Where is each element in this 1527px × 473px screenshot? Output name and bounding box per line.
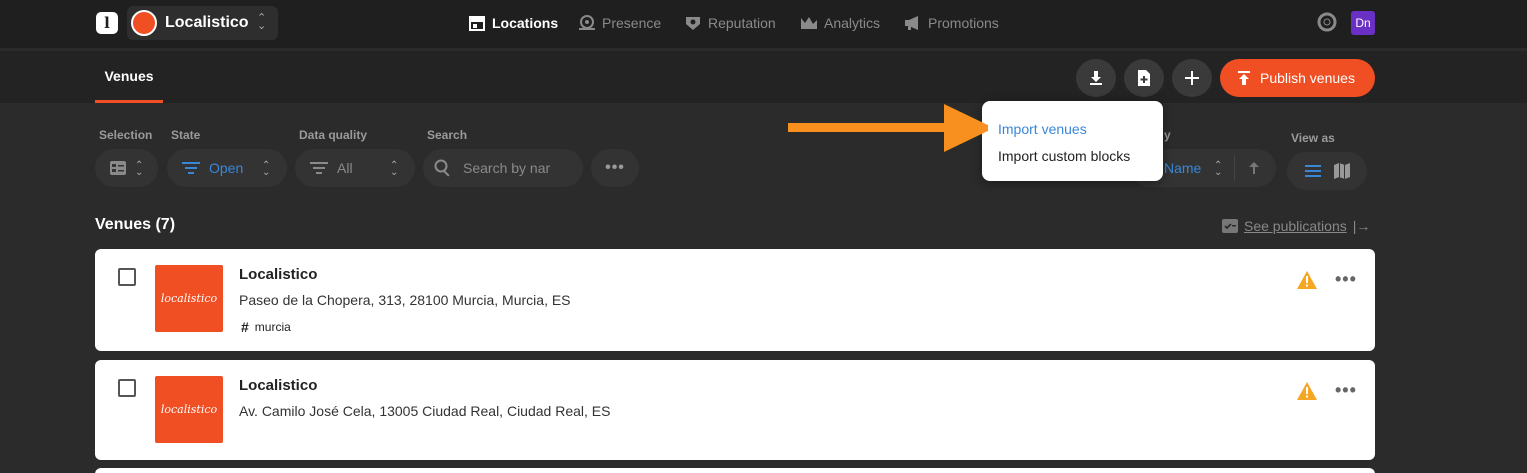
view-as-toggle[interactable] (1287, 152, 1367, 190)
arrow-right-icon: |→ (1352, 218, 1371, 234)
nav-promotions-label: Promotions (928, 15, 999, 31)
filter-icon (182, 162, 200, 174)
venue-more-options-button[interactable]: ••• (1335, 380, 1357, 401)
data-quality-dropdown[interactable]: All ⌃ ⌄ (295, 149, 415, 187)
top-navigation-bar: l Localistico ⌃ ⌄ Locations Presence Repu… (0, 0, 1527, 48)
more-filters-button[interactable]: ••• (591, 149, 639, 187)
search-placeholder: Search by nar (463, 160, 551, 176)
state-dropdown[interactable]: Open ⌃ ⌄ (167, 149, 287, 187)
org-avatar (131, 10, 157, 36)
venue-more-options-button[interactable]: ••• (1335, 269, 1357, 290)
map-view-icon[interactable] (1333, 162, 1351, 180)
help-lifebuoy-icon[interactable] (1317, 12, 1337, 32)
venue-name[interactable]: Localistico (239, 266, 317, 283)
search-input[interactable]: Search by nar (423, 149, 583, 187)
venue-address: Av. Camilo José Cela, 13005 Ciudad Real,… (239, 403, 611, 419)
nav-analytics-label: Analytics (824, 15, 881, 31)
venue-tag: # murcia (241, 319, 291, 335)
updown-chevron-icon: ⌃ ⌄ (390, 160, 399, 178)
annotation-arrow-icon (788, 104, 988, 152)
ellipsis-icon: ••• (605, 159, 625, 176)
import-dropdown-menu: Import venues Import custom blocks (982, 101, 1163, 181)
nav-reputation[interactable]: Reputation (684, 12, 776, 34)
venue-name[interactable]: Localistico (239, 377, 317, 394)
tab-venues[interactable]: Venues (95, 51, 163, 103)
venue-card[interactable]: localistico Localistico Av. Camilo José … (95, 360, 1375, 460)
megaphone-icon (905, 16, 918, 30)
venue-logo: localistico (155, 265, 223, 332)
nav-reputation-label: Reputation (708, 15, 776, 31)
file-add-icon (1138, 70, 1150, 86)
state-value: Open (209, 160, 244, 176)
updown-chevron-icon: ⌃ ⌄ (262, 160, 271, 178)
venue-logo: localistico (155, 376, 223, 443)
updown-chevron-icon: ⌃ ⌄ (257, 12, 267, 32)
venue-address: Paseo de la Chopera, 313, 28100 Murcia, … (239, 292, 571, 308)
sort-value: Name (1164, 160, 1202, 176)
store-icon (469, 16, 485, 31)
presence-icon (579, 15, 595, 30)
warning-icon[interactable] (1297, 271, 1317, 289)
venue-checkbox[interactable] (118, 268, 136, 286)
user-avatar[interactable]: Dn (1351, 11, 1375, 35)
list-checkbox-icon (110, 161, 126, 175)
org-name: Localistico (165, 14, 249, 31)
sort-label: y (1164, 128, 1171, 142)
import-custom-blocks-menu-item[interactable]: Import custom blocks (998, 148, 1130, 164)
app-logo[interactable]: l (96, 12, 118, 34)
state-label: State (171, 128, 201, 142)
venue-checkbox[interactable] (118, 379, 136, 397)
organization-switcher[interactable]: Localistico ⌃ ⌄ (127, 6, 278, 40)
plus-icon (1185, 71, 1199, 85)
selection-label: Selection (99, 128, 153, 142)
import-venues-menu-item[interactable]: Import venues (998, 121, 1087, 137)
search-icon (434, 159, 450, 177)
view-as-label: View as (1291, 131, 1335, 145)
add-venue-button[interactable] (1172, 59, 1212, 97)
filter-icon (310, 162, 328, 174)
nav-analytics[interactable]: Analytics (800, 12, 880, 34)
selection-dropdown[interactable]: ⌃ ⌄ (95, 149, 158, 187)
updown-chevron-icon: ⌃ ⌄ (1214, 160, 1223, 178)
sub-header: Venues Publish venues (0, 51, 1527, 103)
sort-ascending-icon[interactable] (1248, 161, 1260, 175)
reputation-icon (686, 17, 700, 30)
updown-chevron-icon: ⌃ ⌄ (135, 160, 144, 178)
venues-count-title: Venues (7) (95, 216, 176, 233)
download-icon (1090, 71, 1102, 85)
hashtag-icon: # (241, 319, 249, 335)
data-quality-label: Data quality (299, 128, 368, 142)
list-view-icon[interactable] (1305, 164, 1321, 178)
publish-venues-button[interactable]: Publish venues (1220, 59, 1375, 97)
see-publications-link[interactable]: See publications |→ (1222, 218, 1370, 234)
venue-tag-label: murcia (254, 320, 291, 334)
data-quality-value: All (337, 160, 353, 176)
nav-presence[interactable]: Presence (578, 12, 661, 34)
download-button[interactable] (1076, 59, 1116, 97)
import-file-button[interactable] (1124, 59, 1164, 97)
warning-icon[interactable] (1297, 382, 1317, 400)
nav-locations-label: Locations (492, 15, 559, 31)
divider (1234, 155, 1235, 181)
publications-icon (1222, 219, 1238, 233)
analytics-icon (801, 17, 817, 29)
venue-card[interactable]: localistico Localistico Paseo de la Chop… (95, 249, 1375, 351)
nav-locations[interactable]: Locations (468, 12, 558, 34)
nav-presence-label: Presence (602, 15, 662, 31)
publish-venues-label: Publish venues (1260, 70, 1355, 86)
search-label: Search (427, 128, 468, 142)
see-publications-label: See publications (1244, 218, 1347, 234)
nav-promotions[interactable]: Promotions (904, 12, 999, 34)
upload-icon (1238, 71, 1250, 85)
venue-card[interactable] (95, 468, 1375, 473)
